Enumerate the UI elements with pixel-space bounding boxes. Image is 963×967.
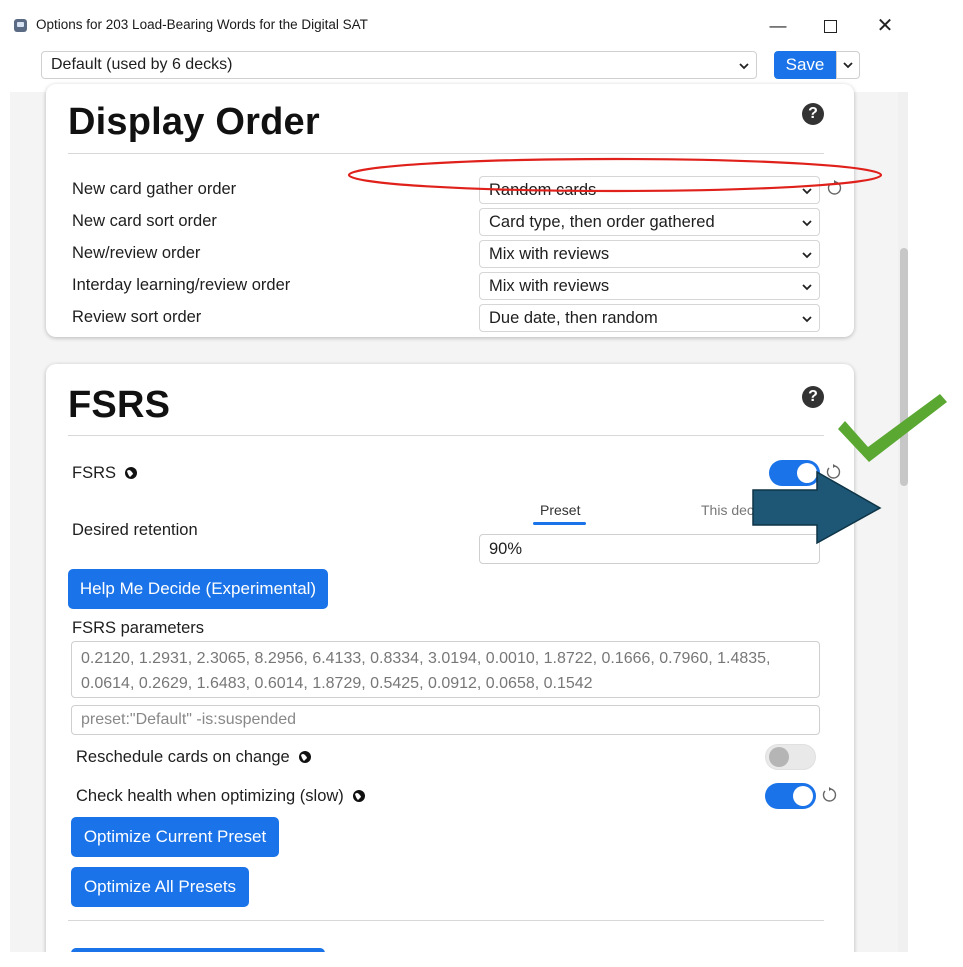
new-review-order-select[interactable]: Mix with reviews bbox=[479, 240, 820, 268]
save-button[interactable]: Save bbox=[774, 51, 836, 79]
reschedule-toggle[interactable] bbox=[765, 744, 816, 770]
chevron-down-icon bbox=[802, 284, 812, 291]
toggle-knob bbox=[769, 747, 789, 767]
optimize-current-preset-button[interactable]: Optimize Current Preset bbox=[71, 817, 279, 857]
fsrs-toggle[interactable] bbox=[769, 460, 820, 486]
fsrs-params-label: FSRS parameters bbox=[72, 619, 205, 637]
chevron-down-icon bbox=[739, 63, 749, 70]
save-options-button[interactable] bbox=[836, 51, 860, 79]
display-order-card: Display Order ? New card gather order Ra… bbox=[46, 84, 854, 337]
next-action-button[interactable] bbox=[71, 948, 325, 952]
revert-icon[interactable] bbox=[826, 180, 842, 196]
revert-icon[interactable] bbox=[825, 464, 841, 480]
globe-icon bbox=[352, 790, 365, 802]
chevron-down-icon bbox=[843, 62, 853, 69]
gather-order-select[interactable]: Random cards bbox=[479, 176, 820, 204]
display-order-title: Display Order bbox=[68, 101, 320, 143]
tab-underline bbox=[533, 522, 586, 525]
fsrs-card: FSRS ? FSRS Preset This deck Desired ret… bbox=[46, 364, 854, 952]
fsrs-toggle-text: FSRS bbox=[72, 464, 117, 482]
desired-retention-value: 90% bbox=[489, 540, 523, 558]
title-bar: Options for 203 Load-Bearing Words for t… bbox=[10, 10, 908, 42]
reschedule-label: Reschedule cards on change bbox=[76, 748, 312, 767]
interday-order-label: Interday learning/review order bbox=[72, 276, 291, 294]
revert-icon[interactable] bbox=[821, 787, 837, 803]
close-button[interactable]: ✕ bbox=[865, 14, 905, 38]
sort-order-label: New card sort order bbox=[72, 212, 217, 230]
desired-retention-label: Desired retention bbox=[72, 521, 198, 539]
save-group: Save bbox=[774, 51, 860, 79]
gather-order-label: New card gather order bbox=[72, 180, 237, 198]
options-window: Options for 203 Load-Bearing Words for t… bbox=[10, 10, 908, 952]
globe-icon bbox=[125, 467, 138, 479]
toggle-knob bbox=[797, 463, 817, 483]
check-health-text: Check health when optimizing (slow) bbox=[76, 787, 344, 805]
review-sort-order-label: Review sort order bbox=[72, 308, 202, 326]
maximize-button[interactable] bbox=[810, 14, 850, 38]
preset-select[interactable]: Default (used by 6 decks) bbox=[41, 51, 757, 79]
fsrs-search-value: preset:"Default" -is:suspended bbox=[81, 711, 297, 728]
optimize-all-presets-button[interactable]: Optimize All Presets bbox=[71, 867, 249, 907]
scrollbar-track[interactable] bbox=[898, 92, 908, 952]
fsrs-title: FSRS bbox=[68, 384, 171, 426]
scrollbar-thumb[interactable] bbox=[900, 248, 908, 486]
sort-order-value: Card type, then order gathered bbox=[489, 213, 715, 231]
new-review-order-label: New/review order bbox=[72, 244, 201, 262]
review-sort-order-select[interactable]: Due date, then random bbox=[479, 304, 820, 332]
tab-preset[interactable]: Preset bbox=[540, 502, 580, 518]
chevron-down-icon bbox=[802, 220, 812, 227]
fsrs-params-input[interactable]: 0.2120, 1.2931, 2.3065, 8.2956, 6.4133, … bbox=[71, 641, 820, 698]
gather-order-value: Random cards bbox=[489, 181, 597, 199]
check-health-label: Check health when optimizing (slow) bbox=[76, 787, 366, 806]
fsrs-search-input[interactable]: preset:"Default" -is:suspended bbox=[71, 705, 820, 735]
help-icon[interactable]: ? bbox=[802, 386, 824, 408]
globe-icon bbox=[298, 751, 311, 763]
fsrs-toggle-label: FSRS bbox=[72, 464, 138, 483]
tab-this-deck[interactable]: This deck bbox=[701, 502, 761, 518]
interday-order-select[interactable]: Mix with reviews bbox=[479, 272, 820, 300]
maximize-icon bbox=[823, 20, 837, 34]
reschedule-text: Reschedule cards on change bbox=[76, 748, 290, 766]
divider bbox=[68, 435, 824, 436]
desired-retention-input[interactable]: 90% bbox=[479, 534, 820, 564]
minimize-button[interactable]: — bbox=[758, 14, 798, 38]
sort-order-select[interactable]: Card type, then order gathered bbox=[479, 208, 820, 236]
window-title: Options for 203 Load-Bearing Words for t… bbox=[36, 17, 368, 32]
interday-order-value: Mix with reviews bbox=[489, 277, 610, 295]
check-health-toggle[interactable] bbox=[765, 783, 816, 809]
app-icon bbox=[14, 19, 27, 32]
help-icon[interactable]: ? bbox=[802, 103, 824, 125]
toggle-knob bbox=[793, 786, 813, 806]
chevron-down-icon bbox=[802, 316, 812, 323]
divider bbox=[68, 920, 824, 921]
divider bbox=[68, 153, 824, 154]
help-me-decide-button[interactable]: Help Me Decide (Experimental) bbox=[68, 569, 328, 609]
chevron-down-icon bbox=[802, 252, 812, 259]
chevron-down-icon bbox=[802, 188, 812, 195]
new-review-order-value: Mix with reviews bbox=[489, 245, 610, 263]
review-sort-order-value: Due date, then random bbox=[489, 309, 658, 327]
preset-select-value: Default (used by 6 decks) bbox=[51, 56, 233, 73]
